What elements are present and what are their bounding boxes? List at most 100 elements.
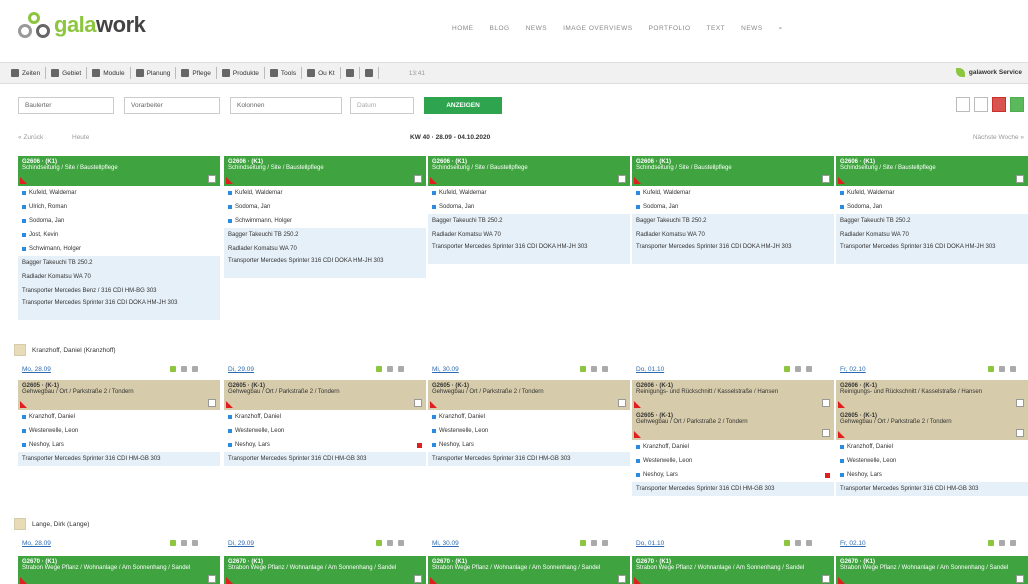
person-row[interactable]: Neshoy, Lars <box>632 468 834 482</box>
equipment-row[interactable]: Transporter Mercedes Sprinter 316 CDI HM… <box>428 452 630 466</box>
card-header[interactable]: G2605 · (K-1) Gehwegbau / Ort / Parkstraß… <box>224 380 426 410</box>
settings-icon[interactable] <box>795 366 801 372</box>
copy-icon[interactable] <box>806 366 812 372</box>
person-row[interactable]: Kranzhoff, Daniel <box>836 440 1028 454</box>
card-header[interactable]: G2670 · (K1) Strabon Wege Pflanz / Wohnan… <box>18 556 220 584</box>
toolbar-produkte[interactable]: Produkte <box>217 67 265 79</box>
equipment-row[interactable]: Transporter Mercedes Sprinter 316 CDI DO… <box>836 242 1028 264</box>
card-header[interactable]: G2670 · (K1) Strabon Wege Pflanz / Wohnan… <box>836 556 1028 584</box>
group-header-kranzhoff[interactable]: Kranzhoff, Daniel (Kranzhoff) <box>14 340 1028 360</box>
nav-portfolio[interactable]: PORTFOLIO <box>649 25 691 33</box>
person-row[interactable]: Kranzhoff, Daniel <box>428 410 630 424</box>
add-icon[interactable] <box>580 540 586 546</box>
card-header[interactable]: G2606 · (K1) Schindseitung / Site / Baust… <box>18 156 220 186</box>
card-checkbox[interactable] <box>618 575 626 583</box>
day-label[interactable]: Mo, 28.09 <box>22 540 51 547</box>
equipment-row[interactable]: Bagger Takeuchi TB 250.2 <box>632 214 834 228</box>
filter-vorarbeiter[interactable]: Vorarbeiter <box>124 97 220 114</box>
card-checkbox[interactable] <box>822 399 830 407</box>
card-header[interactable]: G2606 · (K1) Schindseitung / Site / Baust… <box>632 156 834 186</box>
equipment-row[interactable]: Bagger Takeuchi TB 250.2 <box>18 256 220 270</box>
equipment-row[interactable]: Radlader Komatsu WA 70 <box>224 242 426 256</box>
settings-icon[interactable] <box>591 540 597 546</box>
person-row[interactable]: Jost, Kevin <box>18 228 220 242</box>
toolbar-oukt[interactable]: Ou Kt <box>302 67 341 79</box>
person-row[interactable]: Kufeld, Waldemar <box>836 186 1028 200</box>
copy-icon[interactable] <box>1010 540 1016 546</box>
person-row[interactable]: Sodoma, Jan <box>224 200 426 214</box>
add-icon[interactable] <box>784 540 790 546</box>
equipment-row[interactable]: Transporter Mercedes Sprinter 316 CDI DO… <box>428 242 630 264</box>
card-header[interactable]: G2606 · (K1) Schindseitung / Site / Baust… <box>428 156 630 186</box>
card-header[interactable]: G2606 · (K-1) Reinigungs- und Rückschnitt… <box>836 380 1028 410</box>
card-header[interactable]: G2670 · (K1) Strabon Wege Pflanz / Wohnan… <box>224 556 426 584</box>
card-checkbox[interactable] <box>618 399 626 407</box>
person-row[interactable]: Neshoy, Lars <box>224 438 426 452</box>
toolbar-tools[interactable]: Tools <box>265 67 303 79</box>
copy-icon[interactable] <box>1010 366 1016 372</box>
copy-icon[interactable] <box>806 540 812 546</box>
day-label[interactable]: Fr, 02.10 <box>840 540 866 547</box>
copy-icon[interactable] <box>398 366 404 372</box>
add-icon[interactable] <box>376 540 382 546</box>
person-row[interactable]: Neshoy, Lars <box>18 438 220 452</box>
day-label[interactable]: Do, 01.10 <box>636 366 664 373</box>
equipment-row[interactable]: Transporter Mercedes Sprinter 316 CDI DO… <box>18 298 220 320</box>
card-checkbox[interactable] <box>822 575 830 583</box>
card-checkbox[interactable] <box>1016 399 1024 407</box>
person-row[interactable]: Neshoy, Lars <box>428 438 630 452</box>
person-row[interactable]: Sodoma, Jan <box>428 200 630 214</box>
add-button[interactable] <box>1010 97 1024 112</box>
card-header[interactable]: G2605 · (K-1) Gehwegbau / Ort / Parkstraß… <box>632 410 834 440</box>
equipment-row[interactable]: Transporter Mercedes Sprinter 316 CDI DO… <box>224 256 426 278</box>
card-header[interactable]: G2605 · (K-1) Gehwegbau / Ort / Parkstraß… <box>18 380 220 410</box>
person-row[interactable]: Kufeld, Waldemar <box>632 186 834 200</box>
equipment-row[interactable]: Bagger Takeuchi TB 250.2 <box>836 214 1028 228</box>
card-header[interactable]: G2605 · (K-1) Gehwegbau / Ort / Parkstraß… <box>428 380 630 410</box>
day-label[interactable]: Do, 01.10 <box>636 540 664 547</box>
card-checkbox[interactable] <box>1016 429 1024 437</box>
card-checkbox[interactable] <box>414 399 422 407</box>
person-row[interactable]: Westerwelle, Leon <box>428 424 630 438</box>
export-button[interactable] <box>974 97 988 112</box>
card-header[interactable]: G2605 · (K-1) Gehwegbau / Ort / Parkstraß… <box>836 410 1028 440</box>
equipment-row[interactable]: Bagger Takeuchi TB 250.2 <box>224 228 426 242</box>
equipment-row[interactable]: Transporter Mercedes Sprinter 316 CDI DO… <box>632 242 834 264</box>
person-row[interactable]: Ulrich, Roman <box>18 200 220 214</box>
person-row[interactable]: Kufeld, Waldemar <box>428 186 630 200</box>
equipment-row[interactable]: Radlader Komatsu WA 70 <box>428 228 630 242</box>
equipment-row[interactable]: Transporter Mercedes Sprinter 316 CDI HM… <box>632 482 834 496</box>
settings-icon[interactable] <box>181 366 187 372</box>
card-checkbox[interactable] <box>822 175 830 183</box>
toolbar-module[interactable]: Module <box>87 67 131 79</box>
card-header[interactable]: G2670 · (K1) Strabon Wege Pflanz / Wohnan… <box>632 556 834 584</box>
card-header[interactable]: G2606 · (K1) Schindseitung / Site / Baust… <box>836 156 1028 186</box>
today-link[interactable]: Heute <box>72 134 89 141</box>
toolbar-pflege[interactable]: Pflege <box>176 67 217 79</box>
person-row[interactable]: Kufeld, Waldemar <box>18 186 220 200</box>
nav-news[interactable]: NEWS <box>526 25 548 33</box>
nav-text[interactable]: TEXT <box>707 25 726 33</box>
person-row[interactable]: Kranzhoff, Daniel <box>224 410 426 424</box>
user-menu[interactable]: galawork Service <box>955 68 1022 77</box>
group-toggle[interactable] <box>14 518 26 530</box>
copy-icon[interactable] <box>398 540 404 546</box>
anzeigen-button[interactable]: ANZEIGEN <box>424 97 502 114</box>
settings-icon[interactable] <box>591 366 597 372</box>
copy-icon[interactable] <box>602 540 608 546</box>
card-header[interactable]: G2670 · (K1) Strabon Wege Pflanz / Wohnan… <box>428 556 630 584</box>
settings-icon[interactable] <box>387 366 393 372</box>
card-checkbox[interactable] <box>208 575 216 583</box>
day-label[interactable]: Di, 29.09 <box>228 540 254 547</box>
person-row[interactable]: Kranzhoff, Daniel <box>18 410 220 424</box>
person-row[interactable]: Kranzhoff, Daniel <box>632 440 834 454</box>
equipment-row[interactable]: Radlader Komatsu WA 70 <box>18 270 220 284</box>
person-row[interactable]: Westerwelle, Leon <box>632 454 834 468</box>
add-icon[interactable] <box>784 366 790 372</box>
nav-image-overviews[interactable]: IMAGE OVERVIEWS <box>563 25 633 33</box>
add-icon[interactable] <box>580 366 586 372</box>
delete-button[interactable] <box>992 97 1006 112</box>
filter-bauleiter[interactable]: Baulerter <box>18 97 114 114</box>
back-link[interactable]: « Zurück <box>18 134 43 141</box>
equipment-row[interactable]: Transporter Mercedes Sprinter 316 CDI HM… <box>18 452 220 466</box>
